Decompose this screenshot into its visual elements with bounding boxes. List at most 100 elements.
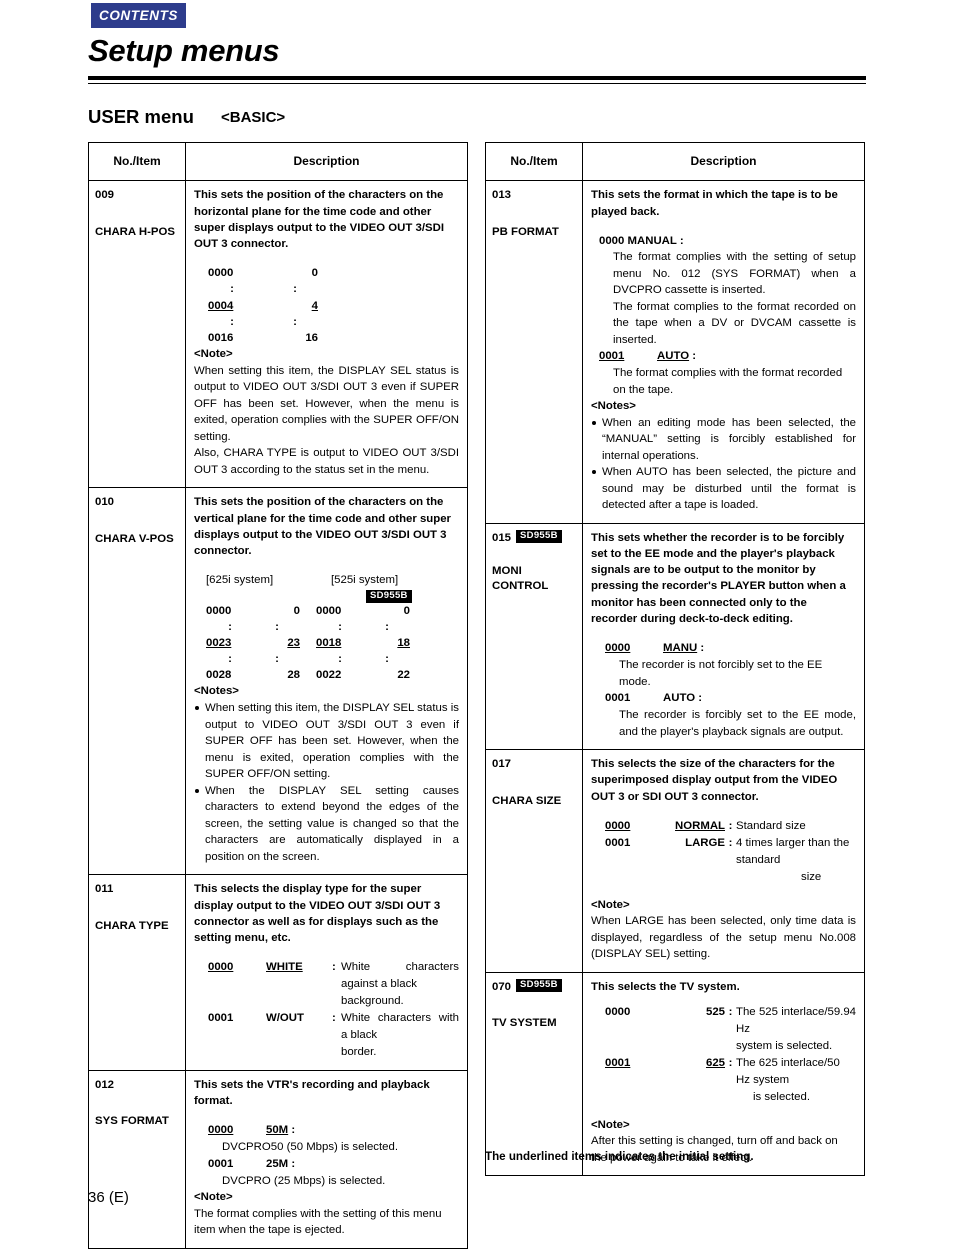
- column-header-no-item: No./Item: [486, 143, 583, 181]
- option-code: 0000: [605, 640, 663, 657]
- note-label: <Note>: [591, 1118, 630, 1131]
- option-colon: :: [728, 1056, 733, 1069]
- note-bullet: When an editing mode has been selected, …: [591, 415, 856, 465]
- value-row: : : : :: [206, 651, 459, 667]
- option-description-cont: background.: [341, 995, 404, 1008]
- option-code-underlined: 0001: [605, 1056, 631, 1069]
- value-row: : : : :: [206, 619, 459, 635]
- underline-legend: The underlined items indicates the initi…: [485, 1150, 754, 1163]
- menu-item-id-cell: 070 SD955B TV SYSTEM: [486, 972, 583, 1176]
- note-text: When LARGE has been selected, only time …: [591, 915, 856, 961]
- menu-number-with-badge: 015 SD955B: [492, 530, 578, 547]
- option-value-underlined: MANU: [663, 641, 698, 654]
- value-number-525i: 18: [364, 635, 410, 651]
- option-code-underlined: 0000: [605, 641, 631, 654]
- menu-item-name: CHARA TYPE: [95, 919, 169, 932]
- value-code-625i: 0028: [206, 669, 232, 682]
- title-rule-thick: [88, 76, 866, 80]
- option-list: 0000 NORMAL : Standard size 0001 LARGE :…: [605, 818, 856, 886]
- value-number: :: [293, 283, 297, 296]
- option-value: WHITE: [266, 959, 332, 993]
- option-value: 625: [663, 1055, 725, 1089]
- option-description: Standard size: [736, 819, 806, 832]
- value-code-625i: 0000: [206, 604, 232, 617]
- table-header-row: No./Item Description: [89, 143, 467, 182]
- system-label-525i: [525i system]: [331, 574, 399, 587]
- menu-number: 015: [492, 531, 512, 544]
- option-colon: :: [728, 1006, 733, 1018]
- contents-tab[interactable]: CONTENTS: [91, 3, 186, 28]
- value-number-625i: 0: [293, 604, 300, 617]
- note-text: When setting this item, the DISPLAY SEL …: [194, 364, 459, 443]
- value-code-525i: 0022: [316, 669, 342, 682]
- page-title: Setup menus: [88, 33, 280, 68]
- description-lead: This sets the position of the characters…: [194, 496, 451, 557]
- menu-number-with-badge: 070 SD955B: [492, 979, 578, 996]
- table-row: 013 PB FORMAT This sets the format in wh…: [486, 181, 864, 524]
- description-lead: This sets the format in which the tape i…: [591, 189, 838, 218]
- option-colon: :: [288, 1123, 296, 1136]
- system-label-row: [625i system] [525i system]: [206, 572, 459, 589]
- option-description-cont: is selected.: [753, 1090, 810, 1103]
- menu-item-name: TV SYSTEM: [492, 1017, 557, 1030]
- option-description: DVCPRO50 (50 Mbps) is selected.: [222, 1141, 398, 1154]
- model-badge-sd955b: SD955B: [516, 530, 562, 544]
- value-code-625i-underlined: 0023: [206, 636, 232, 649]
- table-row: 011 CHARA TYPE This selects the display …: [89, 875, 467, 1071]
- menu-item-name-line2: CONTROL: [492, 579, 549, 592]
- option-code-underlined: 0001: [599, 350, 625, 363]
- note-bullet: When the DISPLAY SEL setting causes char…: [194, 783, 459, 866]
- notes-label: <Notes>: [591, 400, 636, 413]
- option-row: 0001 AUTO :: [599, 348, 856, 365]
- menu-description-cell: This sets the position of the characters…: [186, 488, 467, 874]
- option-description-cont: system is selected.: [736, 1040, 833, 1053]
- menu-description-cell: This selects the size of the characters …: [583, 750, 864, 972]
- value-code-525i-underlined: 0018: [316, 636, 342, 649]
- menu-item-name: CHARA SIZE: [492, 794, 562, 807]
- note-label: <Note>: [591, 898, 630, 911]
- option-value: 525: [705, 1006, 725, 1018]
- description-lead: This sets whether the recorder is to be …: [591, 531, 846, 625]
- option-list: 0000 50M : DVCPRO50 (50 Mbps) is selected…: [208, 1122, 459, 1189]
- value-row: 0016 16: [208, 330, 459, 346]
- column-header-no-item: No./Item: [89, 143, 186, 181]
- option-row: 0001 625 : The 625 interlace/50 Hz syste…: [605, 1055, 856, 1089]
- table-row: 012 SYS FORMAT This sets the VTR's recor…: [89, 1070, 467, 1249]
- value-code-625i: 0023: [206, 635, 254, 651]
- option-row: 0001 LARGE : 4 times larger than the sta…: [605, 835, 856, 869]
- option-value: W/OUT: [266, 1011, 304, 1024]
- option-list: 0000 MANUAL : The format complies with t…: [599, 233, 856, 398]
- option-colon: :: [332, 1011, 336, 1024]
- option-description: The format complies with the setting of …: [613, 251, 856, 297]
- value-row: : :: [208, 314, 459, 330]
- menu-item-name: SYS FORMAT: [95, 1115, 169, 1128]
- value-row: 0000 0 0000 0: [206, 603, 459, 619]
- model-badge-sd955b: SD955B: [366, 589, 412, 603]
- title-rule-thin: [88, 83, 866, 84]
- value-code-625i: :: [228, 653, 232, 666]
- menu-item-name: PB FORMAT: [492, 225, 559, 238]
- option-code: 0001: [208, 1011, 234, 1024]
- notes-list: When setting this item, the DISPLAY SEL …: [194, 700, 459, 865]
- option-value: LARGE: [685, 836, 725, 849]
- menu-table-left: No./Item Description 009 CHARA H-POS Thi…: [88, 142, 468, 1249]
- option-code: 0000: [208, 959, 266, 993]
- notes-label: <Notes>: [194, 685, 239, 698]
- option-value: AUTO: [657, 350, 689, 362]
- value-code: 0016: [208, 331, 234, 344]
- value-number: 16: [305, 331, 318, 344]
- option-description: DVCPRO (25 Mbps) is selected.: [222, 1174, 386, 1187]
- option-row: 0000 525 : The 525 interlace/59.94 Hz: [605, 1004, 856, 1038]
- option-code: 0000: [208, 1122, 266, 1139]
- option-description: The recorder is not forcibly set to the …: [619, 659, 823, 688]
- note-label: <Note>: [194, 1191, 233, 1204]
- column-header-description: Description: [293, 154, 360, 168]
- table-header-row: No./Item Description: [486, 143, 864, 182]
- value-number: 4: [272, 298, 318, 314]
- menu-number: 013: [492, 189, 512, 202]
- option-value-underlined: WHITE: [266, 961, 303, 974]
- model-badge-sd955b: SD955B: [516, 979, 562, 993]
- table-row: 009 CHARA H-POS This sets the position o…: [89, 181, 467, 489]
- system-label-625i: [625i system]: [206, 574, 274, 587]
- menu-number: 009: [95, 189, 115, 202]
